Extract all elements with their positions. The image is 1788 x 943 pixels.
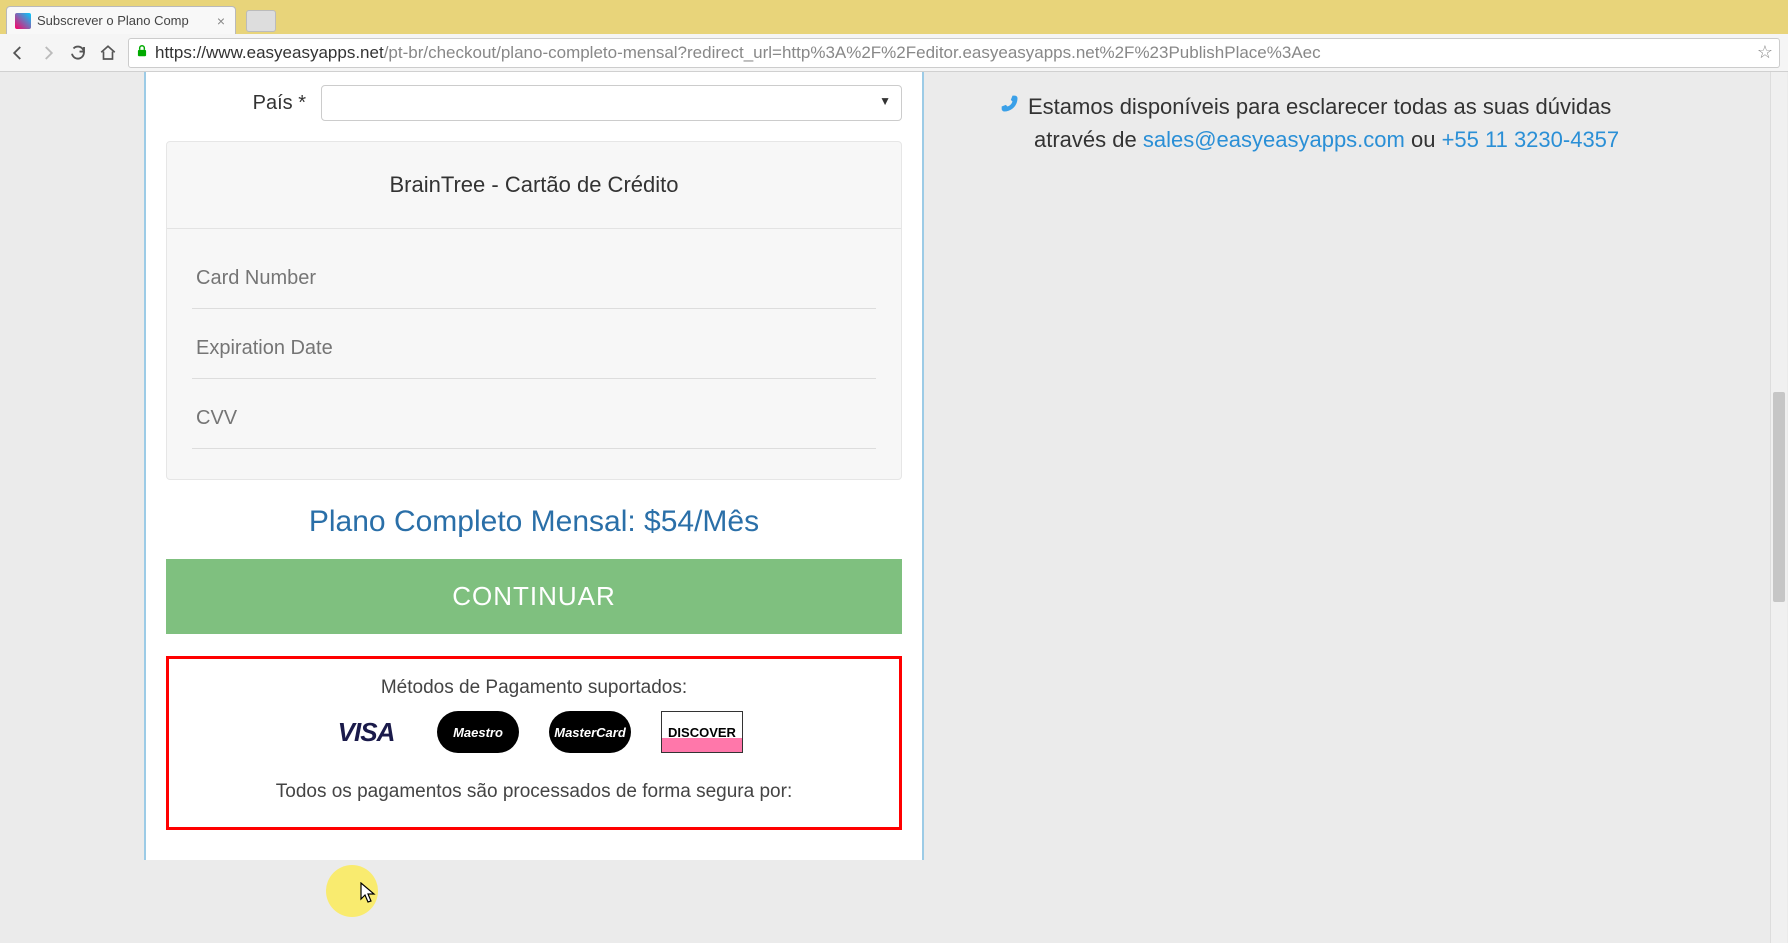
close-tab-icon[interactable]: ×: [215, 13, 227, 29]
contact-text-2a: através de: [1034, 127, 1143, 152]
scrollbar-thumb[interactable]: [1773, 392, 1785, 602]
cursor-icon: [360, 882, 376, 910]
tab-title: Subscrever o Plano Comp: [37, 13, 215, 28]
cards-row: VISA Maestro MasterCard DISCOVER: [179, 711, 889, 753]
maestro-icon: Maestro: [437, 711, 519, 753]
continue-button[interactable]: CONTINUAR: [166, 559, 902, 634]
browser-tab[interactable]: Subscrever o Plano Comp ×: [6, 6, 236, 34]
visa-icon: VISA: [325, 711, 407, 753]
back-icon[interactable]: [8, 43, 28, 63]
contact-text-1: Estamos disponíveis para esclarecer toda…: [1028, 94, 1611, 119]
vertical-scrollbar[interactable]: [1770, 72, 1787, 943]
contact-text-2b: ou: [1405, 127, 1442, 152]
discover-icon: DISCOVER: [661, 711, 743, 753]
tab-strip: Subscrever o Plano Comp ×: [0, 0, 1788, 34]
favicon-icon: [15, 13, 31, 29]
expiration-input[interactable]: [192, 309, 876, 379]
address-bar[interactable]: https://www.easyeasyapps.net /pt-br/chec…: [128, 38, 1780, 68]
browser-toolbar: https://www.easyeasyapps.net /pt-br/chec…: [0, 34, 1788, 72]
card-fields: [167, 229, 901, 449]
plan-summary: Plano Completo Mensal: $54/Mês: [166, 505, 902, 539]
card-number-input[interactable]: [192, 239, 876, 309]
url-path: /pt-br/checkout/plano-completo-mensal?re…: [384, 43, 1321, 63]
contact-info: Estamos disponíveis para esclarecer toda…: [1000, 90, 1750, 156]
country-row: País *: [166, 85, 902, 121]
home-icon[interactable]: [98, 43, 118, 63]
page-viewport: País * BrainTree - Cartão de Crédito Pla…: [0, 72, 1788, 943]
cvv-input[interactable]: [192, 379, 876, 449]
methods-title: Métodos de Pagamento suportados:: [179, 677, 889, 699]
lock-icon: [135, 44, 149, 62]
country-label: País *: [166, 92, 321, 115]
url-host: https://www.easyeasyapps.net: [155, 43, 384, 63]
bookmark-star-icon[interactable]: ☆: [1757, 42, 1773, 63]
payment-box: BrainTree - Cartão de Crédito: [166, 141, 902, 480]
forward-icon[interactable]: [38, 43, 58, 63]
reload-icon[interactable]: [68, 43, 88, 63]
checkout-form: País * BrainTree - Cartão de Crédito Pla…: [144, 72, 924, 860]
payment-title: BrainTree - Cartão de Crédito: [167, 142, 901, 229]
payment-methods-box: Métodos de Pagamento suportados: VISA Ma…: [166, 656, 902, 830]
new-tab-button[interactable]: [246, 10, 276, 32]
contact-email-link[interactable]: sales@easyeasyapps.com: [1143, 127, 1405, 152]
contact-phone-link[interactable]: +55 11 3230-4357: [1442, 127, 1620, 152]
mastercard-icon: MasterCard: [549, 711, 631, 753]
secure-line: Todos os pagamentos são processados de f…: [179, 781, 889, 803]
phone-icon: [1000, 90, 1020, 123]
country-select[interactable]: [321, 85, 902, 121]
